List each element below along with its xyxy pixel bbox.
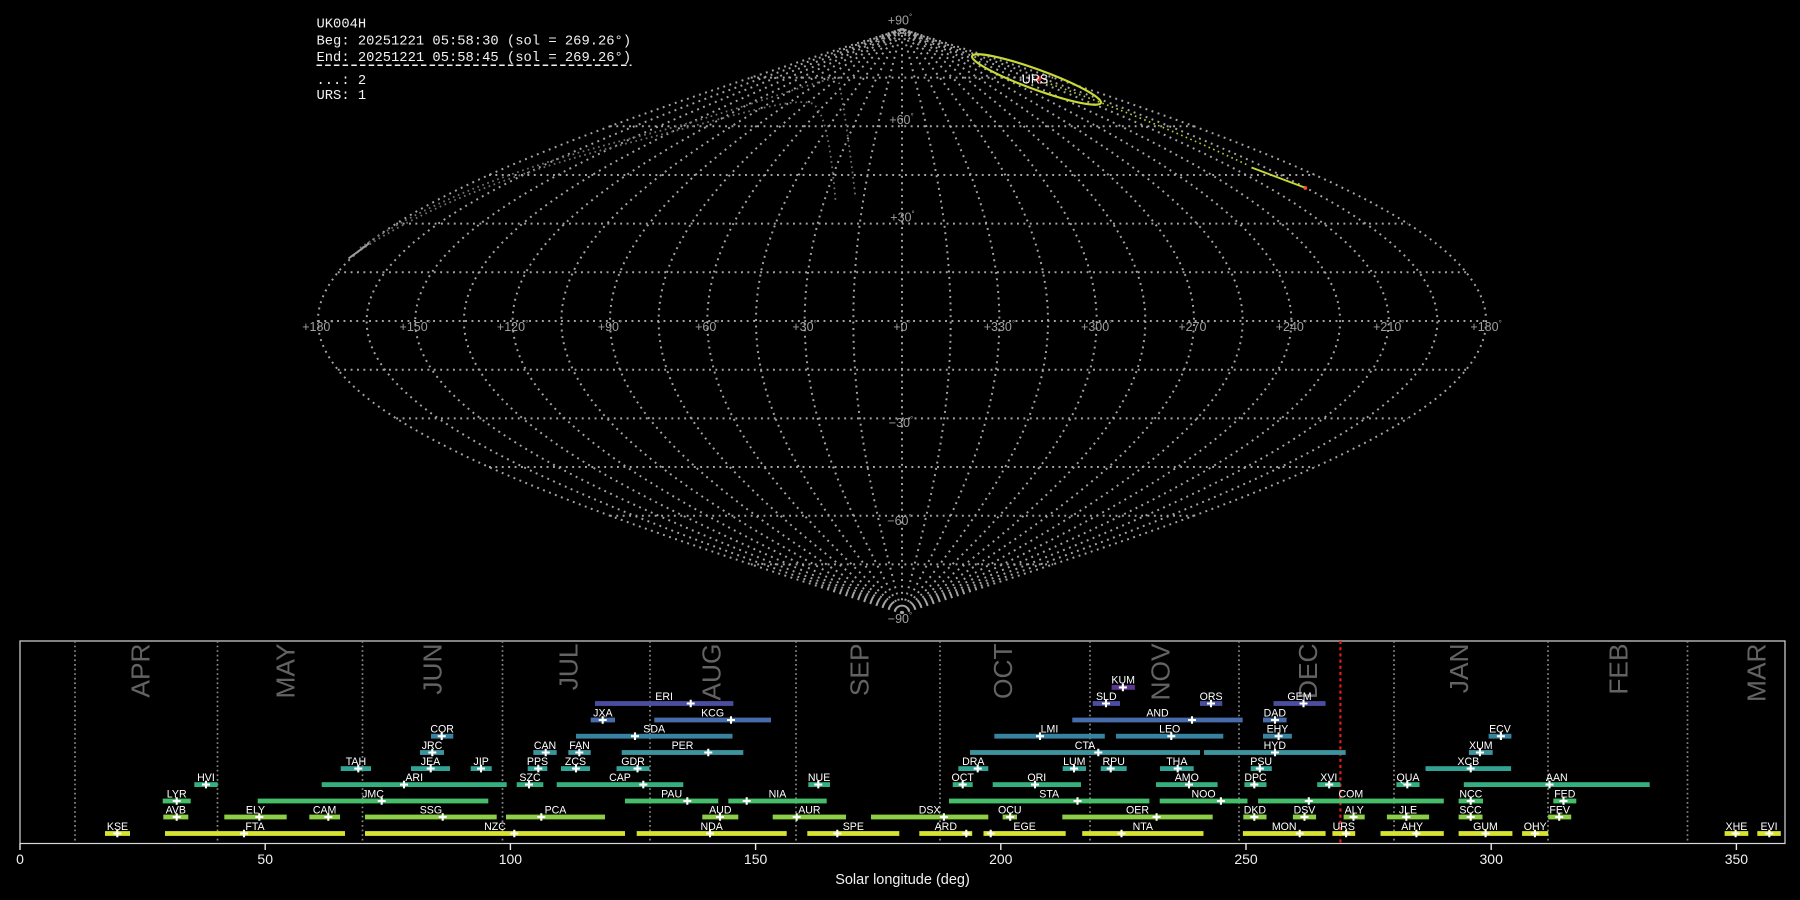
svg-text:100: 100 <box>499 851 523 867</box>
svg-text:ERI: ERI <box>655 691 673 703</box>
svg-text:CTA: CTA <box>1075 740 1096 752</box>
svg-text:DSX: DSX <box>919 804 941 816</box>
svg-text:Beg: 20251221 05:58:30 (sol =: Beg: 20251221 05:58:30 (sol = 269.26°) <box>317 33 632 49</box>
svg-text:QUA: QUA <box>1397 772 1421 784</box>
svg-text:PSU: PSU <box>1250 756 1272 768</box>
svg-text:+150°: +150° <box>400 319 431 334</box>
svg-text:LEO: LEO <box>1159 724 1180 736</box>
svg-text:0: 0 <box>16 851 24 867</box>
svg-text:SSG: SSG <box>420 804 442 816</box>
svg-text:NZC: NZC <box>484 821 506 833</box>
svg-text:APR: APR <box>126 644 156 698</box>
svg-text:COM: COM <box>1339 788 1364 800</box>
svg-text:+300°: +300° <box>1081 319 1112 334</box>
svg-text:+30°: +30° <box>792 319 816 334</box>
svg-text:FEB: FEB <box>1604 644 1634 695</box>
svg-text:NIA: NIA <box>769 788 788 800</box>
svg-text:AND: AND <box>1146 707 1169 719</box>
svg-text:−30°: −30° <box>889 415 913 430</box>
svg-text:−90°: −90° <box>888 611 912 626</box>
svg-text:+30°: +30° <box>890 210 914 225</box>
svg-text:FTA: FTA <box>245 821 265 833</box>
svg-text:OER: OER <box>1126 804 1149 816</box>
svg-text:OCT: OCT <box>988 644 1018 700</box>
svg-text:150: 150 <box>744 851 768 867</box>
svg-text:SDA: SDA <box>643 724 666 736</box>
svg-text:...: 2: ...: 2 <box>317 74 367 89</box>
svg-text:+330°: +330° <box>984 319 1015 334</box>
svg-text:ARI: ARI <box>405 772 423 784</box>
svg-text:ARD: ARD <box>935 821 958 833</box>
svg-text:CAP: CAP <box>609 772 631 784</box>
svg-text:DPC: DPC <box>1244 772 1267 784</box>
svg-text:XCB: XCB <box>1457 756 1479 768</box>
svg-text:Solar longitude (deg): Solar longitude (deg) <box>835 872 970 888</box>
svg-text:EGE: EGE <box>1013 821 1035 833</box>
svg-text:CAM: CAM <box>313 804 337 816</box>
svg-text:+90°: +90° <box>598 319 622 334</box>
svg-text:300: 300 <box>1480 851 1504 867</box>
svg-text:End: 20251221 05:58:45 (sol =: End: 20251221 05:58:45 (sol = 269.26°) <box>317 50 632 66</box>
svg-text:MAR: MAR <box>1742 644 1772 702</box>
svg-text:NOV: NOV <box>1146 643 1176 700</box>
svg-text:−60°: −60° <box>887 513 911 528</box>
svg-text:+60°: +60° <box>889 112 913 127</box>
svg-text:TAH: TAH <box>346 756 366 768</box>
svg-text:URS: URS <box>1022 73 1048 87</box>
svg-text:STA: STA <box>1039 788 1060 800</box>
svg-text:URS: 1: URS: 1 <box>317 89 367 104</box>
svg-text:NOO: NOO <box>1192 788 1216 800</box>
svg-text:ELY: ELY <box>246 804 265 816</box>
svg-text:+270°: +270° <box>1178 319 1209 334</box>
svg-text:AUR: AUR <box>798 804 821 816</box>
svg-text:FED: FED <box>1554 788 1576 800</box>
svg-text:SEP: SEP <box>845 644 875 697</box>
svg-text:+180°: +180° <box>1470 319 1501 334</box>
svg-text:AHY: AHY <box>1401 821 1423 833</box>
svg-text:50: 50 <box>257 851 273 867</box>
svg-text:GDR: GDR <box>621 756 645 768</box>
svg-text:MAY: MAY <box>271 644 301 699</box>
svg-text:LMI: LMI <box>1041 724 1059 736</box>
svg-text:EHY: EHY <box>1267 724 1289 736</box>
svg-text:URS: URS <box>1333 821 1355 833</box>
svg-text:UK004H: UK004H <box>317 18 367 33</box>
svg-text:AUG: AUG <box>697 644 727 701</box>
svg-text:PCA: PCA <box>545 804 568 816</box>
svg-text:NTA: NTA <box>1133 821 1154 833</box>
svg-text:JUL: JUL <box>554 644 584 691</box>
svg-text:+240°: +240° <box>1276 319 1307 334</box>
svg-text:+60°: +60° <box>695 319 719 334</box>
svg-text:RPU: RPU <box>1103 756 1125 768</box>
svg-text:GEM: GEM <box>1287 691 1311 703</box>
svg-text:SPE: SPE <box>843 821 864 833</box>
svg-text:+210°: +210° <box>1373 319 1404 334</box>
svg-text:200: 200 <box>989 851 1013 867</box>
svg-text:MON: MON <box>1272 821 1297 833</box>
svg-text:+120°: +120° <box>497 319 528 334</box>
svg-text:JUN: JUN <box>418 644 448 695</box>
svg-text:ORI: ORI <box>1027 772 1046 784</box>
svg-text:PER: PER <box>672 740 694 752</box>
svg-text:JAN: JAN <box>1444 644 1474 694</box>
svg-text:PAU: PAU <box>661 788 682 800</box>
svg-text:DRA: DRA <box>962 756 985 768</box>
svg-text:JLE: JLE <box>1399 804 1417 816</box>
svg-text:250: 250 <box>1234 851 1258 867</box>
svg-text:350: 350 <box>1725 851 1749 867</box>
svg-text:+180°: +180° <box>302 319 333 334</box>
svg-text:AMO: AMO <box>1175 772 1199 784</box>
svg-text:+90°: +90° <box>888 12 912 27</box>
svg-text:SZC: SZC <box>519 772 541 784</box>
svg-text:KCG: KCG <box>701 707 724 719</box>
svg-text:NDA: NDA <box>701 821 724 833</box>
